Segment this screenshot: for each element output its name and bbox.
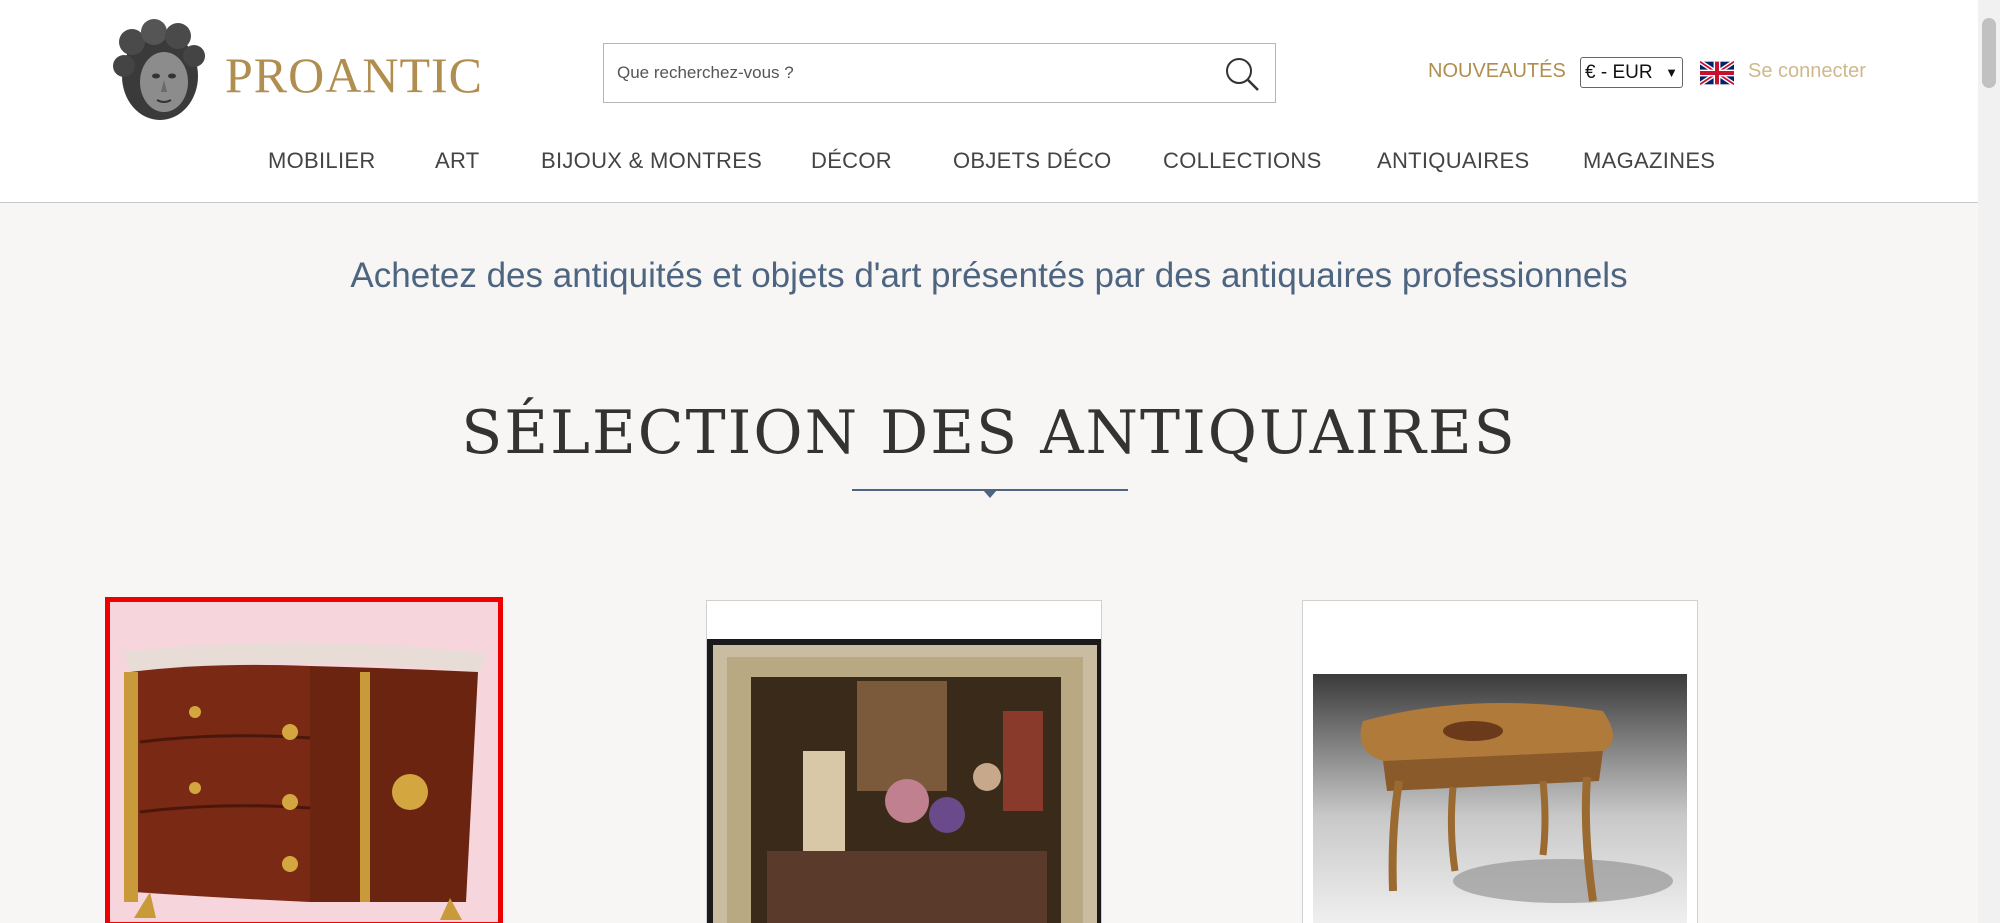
site-header: PROANTIC NOUVEAUTÉS € - EUR ▼ Se connect… <box>0 0 1978 203</box>
nav-item-art[interactable]: ART <box>435 148 480 174</box>
nav-item-bijoux-montres[interactable]: BIJOUX & MONTRES <box>541 148 762 174</box>
logo-head-icon[interactable] <box>110 18 210 124</box>
product-image-commode <box>110 602 498 922</box>
chevron-down-icon: ▼ <box>1665 65 1678 80</box>
nav-item-mobilier[interactable]: MOBILIER <box>268 148 376 174</box>
product-card-commode[interactable] <box>105 597 503 923</box>
search-icon[interactable] <box>1223 55 1261 93</box>
nav-item-antiquaires[interactable]: ANTIQUAIRES <box>1377 148 1529 174</box>
product-card-table[interactable] <box>1302 600 1698 923</box>
page-scrollbar[interactable] <box>1978 0 2000 923</box>
login-link[interactable]: Se connecter <box>1748 60 1866 83</box>
nav-item-collections[interactable]: COLLECTIONS <box>1163 148 1322 174</box>
nouveautes-link[interactable]: NOUVEAUTÉS <box>1428 60 1566 83</box>
uk-flag-icon[interactable] <box>1700 61 1734 85</box>
product-card-painting[interactable] <box>706 600 1102 923</box>
product-image-painting <box>707 601 1101 923</box>
scrollbar-thumb[interactable] <box>1982 18 1996 88</box>
nav-item-objets-deco[interactable]: OBJETS DÉCO <box>953 148 1112 174</box>
nav-item-decor[interactable]: DÉCOR <box>811 148 892 174</box>
main-nav: MOBILIER ART BIJOUX & MONTRES DÉCOR OBJE… <box>0 148 1978 188</box>
search-bar <box>603 43 1276 103</box>
currency-select[interactable]: € - EUR ▼ <box>1580 57 1683 88</box>
search-input[interactable] <box>604 44 1204 102</box>
nav-item-magazines[interactable]: MAGAZINES <box>1583 148 1715 174</box>
tagline: Achetez des antiquités et objets d'art p… <box>350 256 1628 295</box>
section-title: SÉLECTION DES ANTIQUAIRES <box>461 398 1517 468</box>
product-image-table <box>1303 601 1697 923</box>
brand-name[interactable]: PROANTIC <box>225 46 483 104</box>
divider-arrow-icon <box>983 490 997 498</box>
currency-value: € - EUR <box>1585 61 1653 83</box>
